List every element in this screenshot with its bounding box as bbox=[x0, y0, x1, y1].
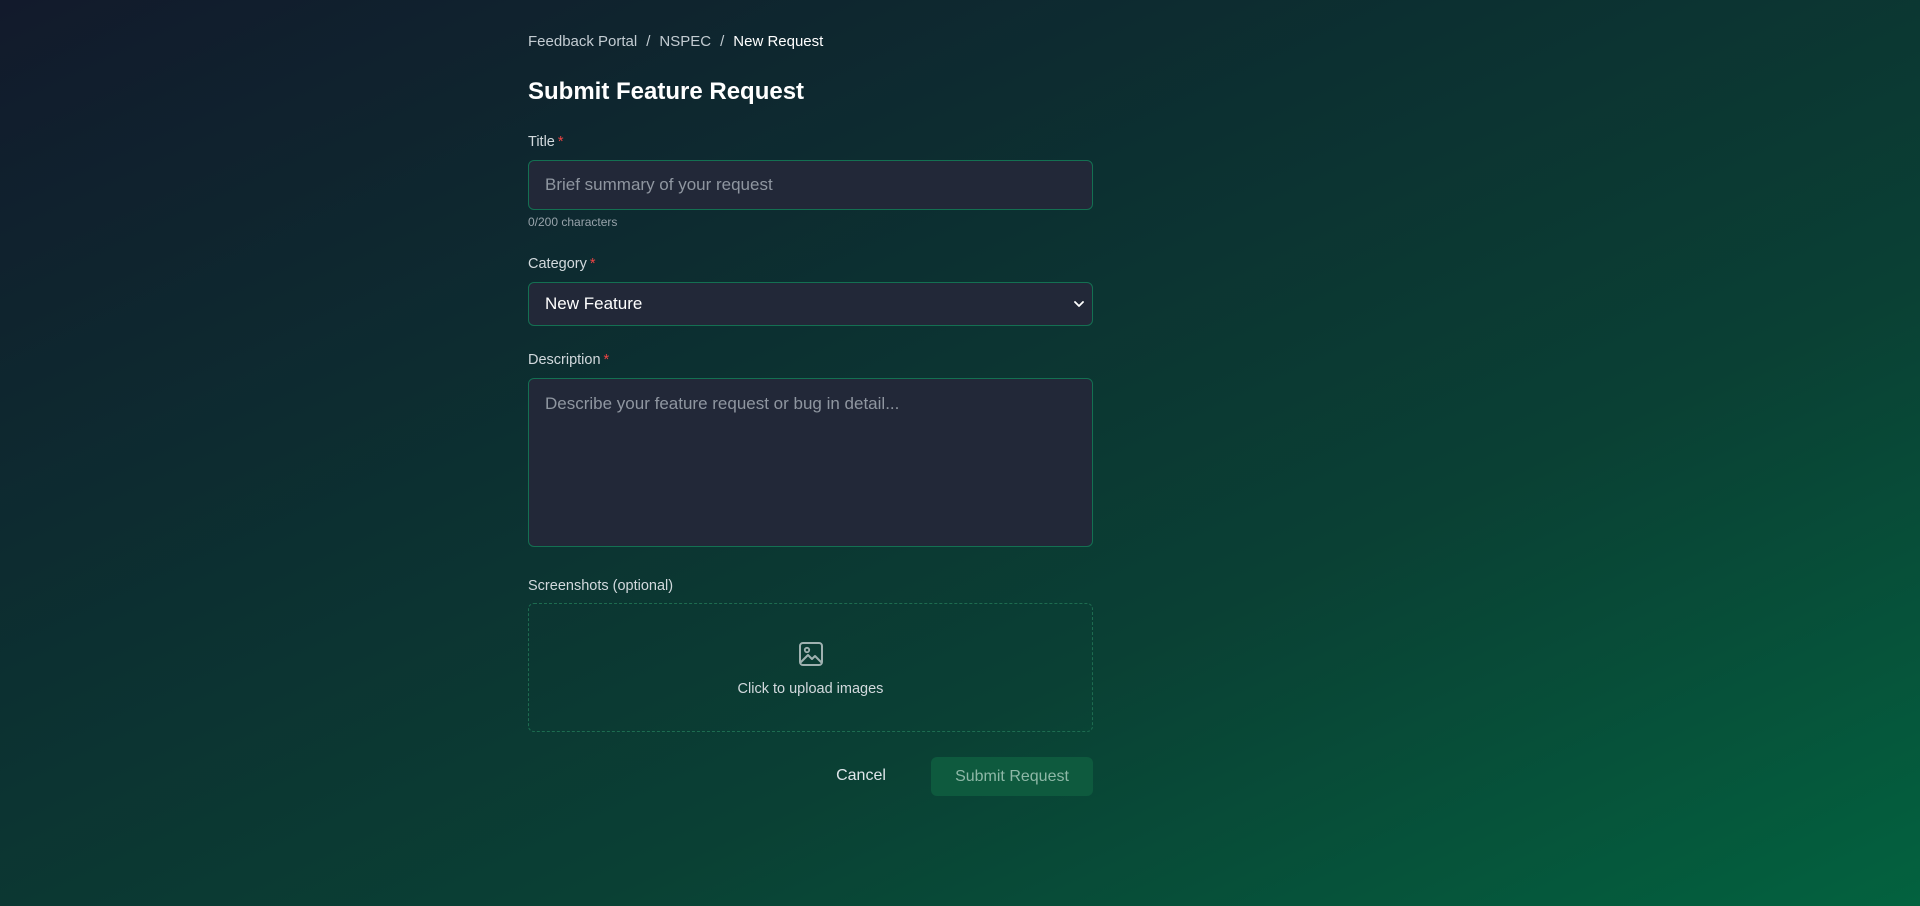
breadcrumb-separator: / bbox=[646, 33, 651, 50]
breadcrumb-separator: / bbox=[720, 33, 725, 50]
image-icon bbox=[798, 641, 824, 667]
page-title: Submit Feature Request bbox=[528, 78, 805, 105]
title-char-count: 0/200 characters bbox=[528, 215, 618, 229]
breadcrumb-item-feedback-portal[interactable]: Feedback Portal bbox=[528, 33, 637, 50]
required-indicator: * bbox=[589, 256, 596, 272]
cancel-button[interactable]: Cancel bbox=[828, 757, 894, 795]
breadcrumb-current: New Request bbox=[733, 33, 824, 50]
breadcrumb: Feedback Portal / NSPEC / New Request bbox=[528, 33, 823, 50]
screenshots-label: Screenshots (optional) bbox=[528, 578, 674, 594]
required-indicator: * bbox=[603, 352, 610, 368]
upload-instruction: Click to upload images bbox=[737, 681, 884, 697]
description-label: Description * bbox=[528, 352, 609, 368]
category-selected-value: New Feature bbox=[545, 294, 643, 313]
required-indicator: * bbox=[557, 134, 564, 150]
title-input[interactable] bbox=[528, 160, 1093, 210]
description-textarea[interactable] bbox=[528, 378, 1093, 547]
breadcrumb-item-nspec[interactable]: NSPEC bbox=[659, 33, 711, 50]
category-label-text: Category bbox=[528, 256, 587, 272]
title-label: Title * bbox=[528, 134, 564, 150]
submit-request-button[interactable]: Submit Request bbox=[931, 757, 1093, 796]
chevron-down-icon bbox=[1072, 297, 1086, 311]
title-label-text: Title bbox=[528, 134, 555, 150]
description-label-text: Description bbox=[528, 352, 601, 368]
category-select[interactable]: New Feature bbox=[528, 282, 1093, 326]
screenshot-upload-dropzone[interactable]: Click to upload images bbox=[528, 603, 1093, 732]
category-label: Category * bbox=[528, 256, 596, 272]
